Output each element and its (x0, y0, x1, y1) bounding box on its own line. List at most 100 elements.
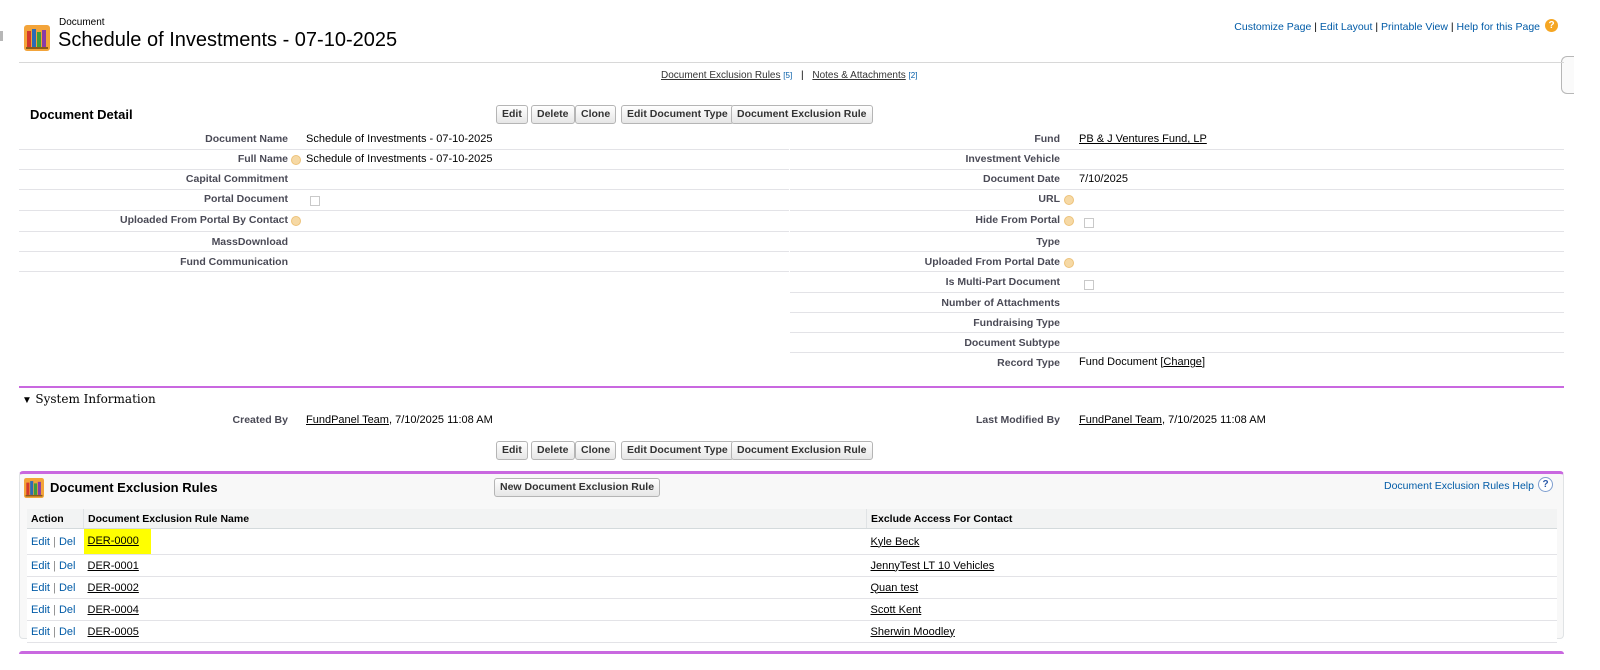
contact-link[interactable]: Quan test (871, 582, 919, 594)
rule-name-link[interactable]: DER-0001 (88, 560, 139, 572)
info-icon[interactable] (291, 216, 301, 226)
exclusion-rules-count: [5] (783, 71, 793, 80)
row-edit-link[interactable]: Edit (31, 582, 50, 594)
exclusion-rules-help-link[interactable]: Document Exclusion Rules Help (1384, 480, 1534, 492)
info-icon[interactable] (291, 155, 301, 165)
contact-link[interactable]: Sherwin Moodley (871, 626, 955, 638)
info-icon[interactable] (1064, 216, 1074, 226)
exclusion-rules-table: Action Document Exclusion Rule Name Excl… (27, 509, 1557, 643)
rule-name-link[interactable]: DER-0002 (88, 582, 139, 594)
detail-button-row-bottom: Edit Delete Clone Edit Document Type Doc… (496, 441, 876, 460)
rule-name-link[interactable]: DER-0005 (88, 626, 139, 638)
field-divider (790, 292, 1564, 293)
related-list-help-icon[interactable]: ? (1538, 477, 1553, 492)
document-tab-icon (24, 25, 50, 51)
row-actions: Edit | Del (27, 620, 84, 643)
field-label-multi-part: Is Multi-Part Document (945, 276, 1060, 288)
delete-button[interactable]: Delete (531, 441, 575, 460)
table-row: Edit | Del DER-0004 Scott Kent (27, 598, 1557, 621)
field-label-investment-vehicle: Investment Vehicle (965, 153, 1060, 165)
field-divider (19, 169, 789, 170)
field-label-fund-communication: Fund Communication (180, 256, 288, 268)
row-delete-link[interactable]: Del (59, 604, 76, 616)
row-edit-link[interactable]: Edit (31, 560, 50, 572)
rule-name-link[interactable]: DER-0004 (88, 604, 139, 616)
delete-button[interactable]: Delete (531, 105, 575, 124)
fund-link[interactable]: PB & J Ventures Fund, LP (1079, 133, 1207, 145)
new-exclusion-rule-button[interactable]: New Document Exclusion Rule (494, 478, 661, 497)
field-divider (790, 312, 1564, 313)
column-header-exclude-access: Exclude Access For Contact (866, 509, 1557, 529)
table-row: Edit | Del DER-0001 JennyTest LT 10 Vehi… (27, 554, 1557, 577)
contact-cell: Sherwin Moodley (866, 620, 1557, 643)
contact-link[interactable]: Scott Kent (871, 604, 922, 616)
contact-link[interactable]: JennyTest LT 10 Vehicles (871, 560, 995, 572)
rule-name-cell: DER-0001 (83, 554, 867, 577)
rule-name-link[interactable]: DER-0000 (83, 529, 151, 554)
edit-button[interactable]: Edit (496, 105, 528, 124)
field-divider (790, 169, 1564, 170)
system-info-header[interactable]: ▼ System Information (22, 392, 156, 406)
field-divider (790, 352, 1564, 353)
row-actions: Edit | Del (27, 528, 84, 555)
change-record-type-link[interactable]: Change (1163, 356, 1202, 368)
field-divider (790, 332, 1564, 333)
action-separator: | (53, 559, 56, 572)
contact-link[interactable]: Kyle Beck (871, 536, 920, 548)
next-section-border (19, 651, 1564, 654)
row-delete-link[interactable]: Del (59, 560, 76, 572)
rule-name-cell: DER-0002 (83, 576, 867, 599)
detail-button-row-top: Edit Delete Clone Edit Document Type Doc… (496, 105, 876, 124)
field-divider (790, 210, 1564, 211)
object-type-label: Document (59, 17, 105, 28)
printable-view-link[interactable]: Printable View (1381, 21, 1448, 33)
exclusion-rules-link[interactable]: Document Exclusion Rules (661, 70, 781, 81)
rule-name-cell: DER-0004 (83, 598, 867, 621)
notes-attachments-link[interactable]: Notes & Attachments (812, 70, 905, 81)
field-divider (790, 189, 1564, 190)
field-divider (790, 251, 1564, 252)
help-icon[interactable]: ? (1545, 19, 1558, 32)
field-label-document-subtype: Document Subtype (964, 337, 1060, 349)
field-label-capital-commitment: Capital Commitment (185, 173, 288, 185)
created-by-user-link[interactable]: FundPanel Team (306, 414, 389, 426)
clone-button[interactable]: Clone (575, 441, 617, 460)
related-link-separator: | (800, 70, 804, 81)
row-edit-link[interactable]: Edit (31, 626, 50, 638)
row-actions: Edit | Del (27, 576, 84, 599)
field-label-document-date: Document Date (982, 173, 1060, 185)
row-actions: Edit | Del (27, 554, 84, 577)
customize-page-link[interactable]: Customize Page (1234, 21, 1311, 33)
collapse-triangle-icon[interactable]: ▼ (22, 395, 32, 406)
field-value-document-date: 7/10/2025 (1079, 173, 1128, 185)
edit-button[interactable]: Edit (496, 441, 528, 460)
row-edit-link[interactable]: Edit (31, 604, 50, 616)
field-value-created-by: FundPanel Team, 7/10/2025 11:08 AM (306, 414, 493, 426)
multi-part-checkbox (1084, 280, 1094, 290)
info-icon[interactable] (1064, 258, 1074, 268)
edit-document-type-button[interactable]: Edit Document Type (621, 441, 734, 460)
row-delete-link[interactable]: Del (59, 536, 76, 548)
field-divider (19, 231, 789, 232)
clone-button[interactable]: Clone (575, 105, 617, 124)
row-delete-link[interactable]: Del (59, 582, 76, 594)
contact-cell: Scott Kent (866, 598, 1557, 621)
info-icon[interactable] (1064, 195, 1074, 205)
help-for-page-link[interactable]: Help for this Page (1457, 21, 1540, 33)
edit-layout-link[interactable]: Edit Layout (1320, 21, 1373, 33)
edit-document-type-button[interactable]: Edit Document Type (621, 105, 734, 124)
field-label-created-by: Created By (232, 414, 288, 426)
row-delete-link[interactable]: Del (59, 626, 76, 638)
table-row: Edit | Del DER-0005 Sherwin Moodley (27, 620, 1557, 643)
document-exclusion-rule-button[interactable]: Document Exclusion Rule (731, 441, 873, 460)
field-label-fundraising-type: Fundraising Type (973, 317, 1060, 329)
field-value-last-modified-by: FundPanel Team, 7/10/2025 11:08 AM (1079, 414, 1266, 426)
document-exclusion-rule-button[interactable]: Document Exclusion Rule (731, 105, 873, 124)
table-header-row: Action Document Exclusion Rule Name Excl… (27, 509, 1557, 529)
exclusion-rules-list-icon (24, 478, 44, 498)
field-divider (19, 149, 789, 150)
modified-by-user-link[interactable]: FundPanel Team (1079, 414, 1162, 426)
record-type-value: Fund Document (1079, 356, 1158, 368)
action-separator: | (53, 581, 56, 594)
row-edit-link[interactable]: Edit (31, 536, 50, 548)
